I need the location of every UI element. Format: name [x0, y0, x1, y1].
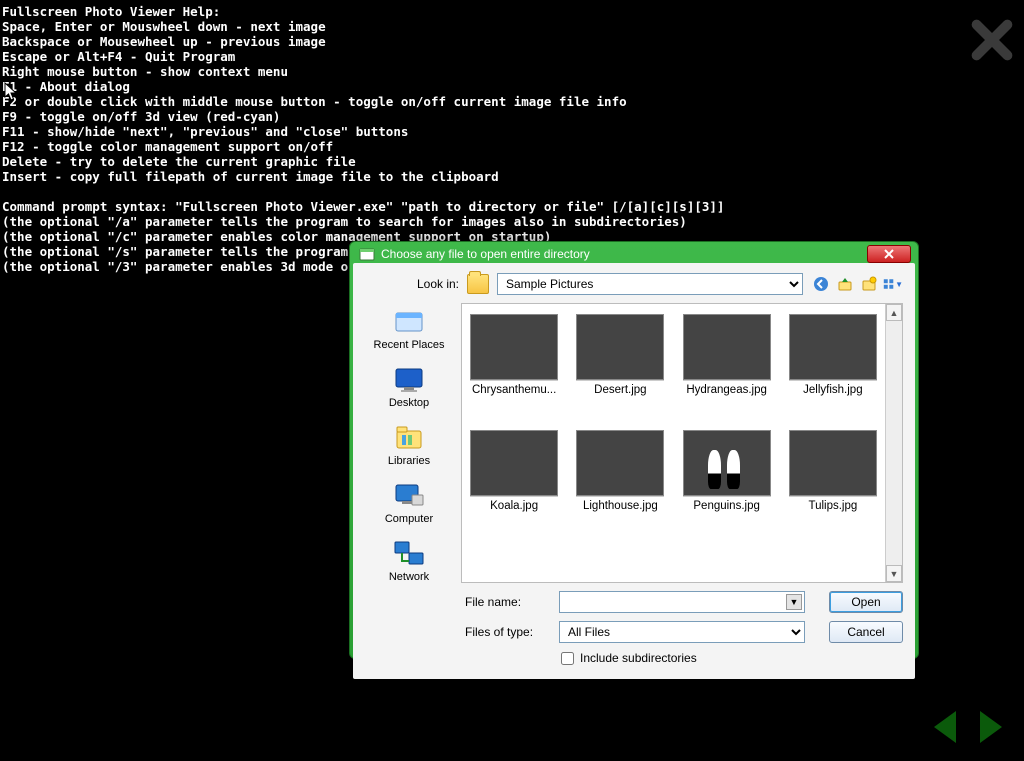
place-desktop-label: Desktop [389, 397, 429, 409]
file-thumb-label: Tulips.jpg [808, 500, 857, 512]
dialog-close-button[interactable] [867, 245, 911, 263]
new-folder-button[interactable] [859, 274, 879, 294]
filetype-label: Files of type: [465, 625, 551, 639]
place-desktop[interactable]: Desktop [389, 365, 429, 409]
place-libraries-label: Libraries [388, 455, 430, 467]
place-network[interactable]: Network [389, 539, 429, 583]
lookin-row: Look in: Sample Pictures ▼ [365, 273, 903, 295]
view-menu-button[interactable]: ▼ [883, 274, 903, 294]
dialog-form: File name: ▼ Open Files of type: All Fil… [465, 591, 903, 643]
file-thumb-image [789, 314, 877, 380]
folder-icon [467, 274, 489, 294]
filename-row: File name: ▼ Open [465, 591, 903, 613]
prev-image-button[interactable] [926, 707, 966, 747]
file-list-area: Chrysanthemu... Desert.jpg Hydrangeas.jpg J… [461, 303, 903, 583]
nav-back-button[interactable] [811, 274, 831, 294]
lookin-label: Look in: [365, 277, 459, 291]
file-thumb[interactable]: Jellyfish.jpg [785, 314, 881, 396]
file-open-dialog: Choose any file to open entire directory… [349, 241, 919, 659]
places-bar: Recent Places Desktop Libraries Computer… [365, 303, 453, 583]
filename-dropdown-button[interactable]: ▼ [786, 594, 802, 610]
file-thumb[interactable]: Koala.jpg [466, 430, 562, 512]
file-thumb-image [576, 430, 664, 496]
place-network-label: Network [389, 571, 429, 583]
lookin-dropdown[interactable]: Sample Pictures [497, 273, 803, 295]
file-thumb-label: Chrysanthemu... [472, 384, 556, 396]
filetype-row: Files of type: All Files Cancel [465, 621, 903, 643]
place-recent[interactable]: Recent Places [374, 307, 445, 351]
file-list-scroll[interactable]: Chrysanthemu... Desert.jpg Hydrangeas.jpg J… [462, 304, 885, 582]
scroll-up-button[interactable]: ▲ [886, 304, 902, 321]
file-thumb-label: Desert.jpg [594, 384, 646, 396]
dialog-middle: Recent Places Desktop Libraries Computer… [365, 303, 903, 583]
filename-label: File name: [465, 595, 551, 609]
dialog-title-icon [359, 246, 375, 262]
file-thumb-image [470, 430, 558, 496]
file-thumb-image [683, 430, 771, 496]
include-subdirs-checkbox[interactable] [561, 652, 574, 665]
open-button[interactable]: Open [829, 591, 903, 613]
file-thumb-label: Lighthouse.jpg [583, 500, 658, 512]
help-text-block: Fullscreen Photo Viewer Help: Space, Ent… [2, 4, 724, 274]
app-close-button[interactable] [970, 18, 1014, 62]
file-thumb-label: Hydrangeas.jpg [686, 384, 767, 396]
nav-up-button[interactable] [835, 274, 855, 294]
file-thumb[interactable]: Lighthouse.jpg [572, 430, 668, 512]
place-libraries[interactable]: Libraries [388, 423, 430, 467]
file-thumb-image [789, 430, 877, 496]
filename-input[interactable]: ▼ [559, 591, 805, 613]
cancel-button[interactable]: Cancel [829, 621, 903, 643]
dialog-body: Look in: Sample Pictures ▼ [353, 263, 915, 679]
file-thumb[interactable]: Tulips.jpg [785, 430, 881, 512]
file-thumb[interactable]: Hydrangeas.jpg [679, 314, 775, 396]
file-thumb-label: Jellyfish.jpg [803, 384, 862, 396]
file-thumb-label: Penguins.jpg [693, 500, 760, 512]
dialog-title: Choose any file to open entire directory [381, 247, 861, 261]
include-subdirs-row[interactable]: Include subdirectories [465, 651, 903, 665]
file-thumb-image [470, 314, 558, 380]
scroll-track[interactable] [886, 321, 902, 565]
lookin-toolbar: ▼ [811, 274, 903, 294]
file-thumb[interactable]: Chrysanthemu... [466, 314, 562, 396]
file-list-scrollbar[interactable]: ▲ ▼ [885, 304, 902, 582]
scroll-down-button[interactable]: ▼ [886, 565, 902, 582]
file-thumb[interactable]: Penguins.jpg [679, 430, 775, 512]
next-image-button[interactable] [970, 707, 1010, 747]
file-thumb-image [576, 314, 664, 380]
place-computer-label: Computer [385, 513, 433, 525]
place-recent-label: Recent Places [374, 339, 445, 351]
include-subdirs-label: Include subdirectories [580, 651, 697, 665]
file-thumb-label: Koala.jpg [490, 500, 538, 512]
file-thumb-image [683, 314, 771, 380]
file-thumb[interactable]: Desert.jpg [572, 314, 668, 396]
place-computer[interactable]: Computer [385, 481, 433, 525]
nav-arrows [926, 707, 1010, 747]
dialog-titlebar[interactable]: Choose any file to open entire directory [353, 245, 915, 263]
filetype-dropdown[interactable]: All Files [559, 621, 805, 643]
